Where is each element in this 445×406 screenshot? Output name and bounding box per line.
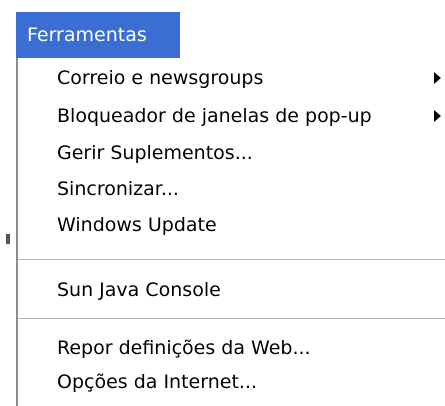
menu-item-sincronizar[interactable]: Sincronizar... (18, 173, 445, 205)
menu-item-label: Gerir Suplementos... (57, 142, 253, 164)
dropdown-menu: Correio e newsgroups Bloqueador de janel… (16, 58, 445, 406)
menu-item-label: Sun Java Console (57, 279, 221, 301)
menu-item-label: Repor definições da Web... (57, 337, 311, 359)
background-edge-fragment (6, 234, 10, 244)
menu-item-gerir-suplementos[interactable]: Gerir Suplementos... (18, 137, 445, 169)
menu-item-label: Sincronizar... (57, 178, 179, 200)
submenu-arrow-icon (434, 72, 441, 84)
menu-separator (18, 318, 445, 319)
menu-item-label: Correio e newsgroups (57, 67, 264, 89)
menu-separator (18, 259, 445, 260)
menu-ferramentas[interactable]: Ferramentas (16, 12, 180, 58)
menu-item-windows-update[interactable]: Windows Update (18, 209, 445, 241)
menu-item-label: Bloqueador de janelas de pop-up (57, 105, 372, 127)
menu-item-label: Opções da Internet... (57, 371, 258, 393)
menu-item-opcoes-da-internet[interactable]: Opções da Internet... (18, 366, 445, 398)
menu-item-bloqueador-pop-up[interactable]: Bloqueador de janelas de pop-up (18, 100, 445, 132)
submenu-arrow-icon (434, 110, 441, 122)
menu-item-label: Windows Update (57, 214, 217, 236)
menu-item-repor-definicoes-da-web[interactable]: Repor definições da Web... (18, 332, 445, 364)
menu-item-correio-e-newsgroups[interactable]: Correio e newsgroups (18, 62, 445, 94)
menu-item-sun-java-console[interactable]: Sun Java Console (18, 274, 445, 306)
